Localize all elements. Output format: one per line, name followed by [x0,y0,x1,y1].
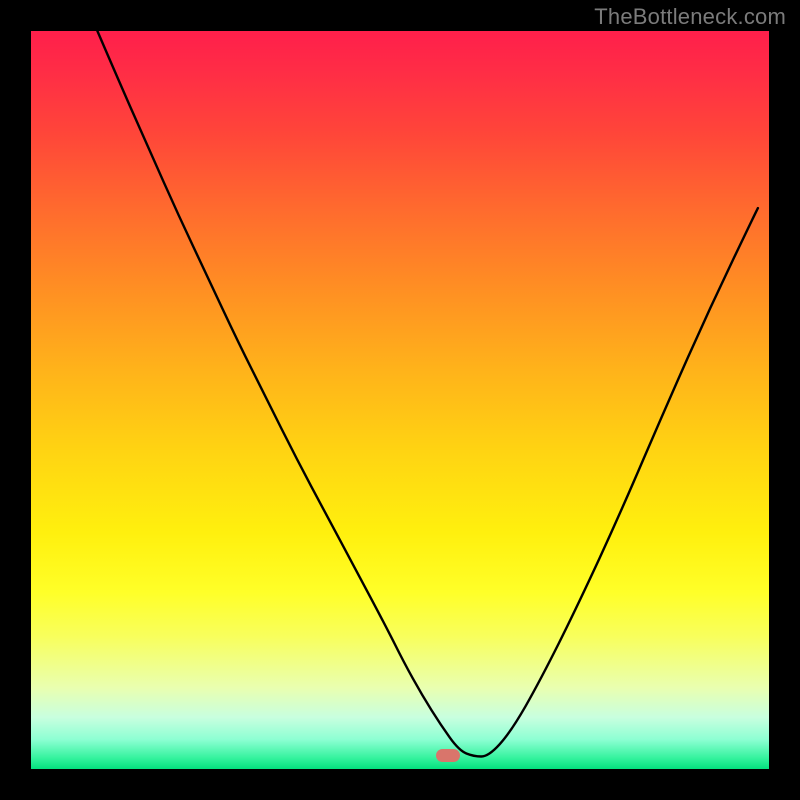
optimal-marker [436,749,460,762]
bottleneck-curve [31,31,769,769]
plot-area [31,31,769,769]
chart-frame: TheBottleneck.com [0,0,800,800]
watermark-text: TheBottleneck.com [594,4,786,30]
